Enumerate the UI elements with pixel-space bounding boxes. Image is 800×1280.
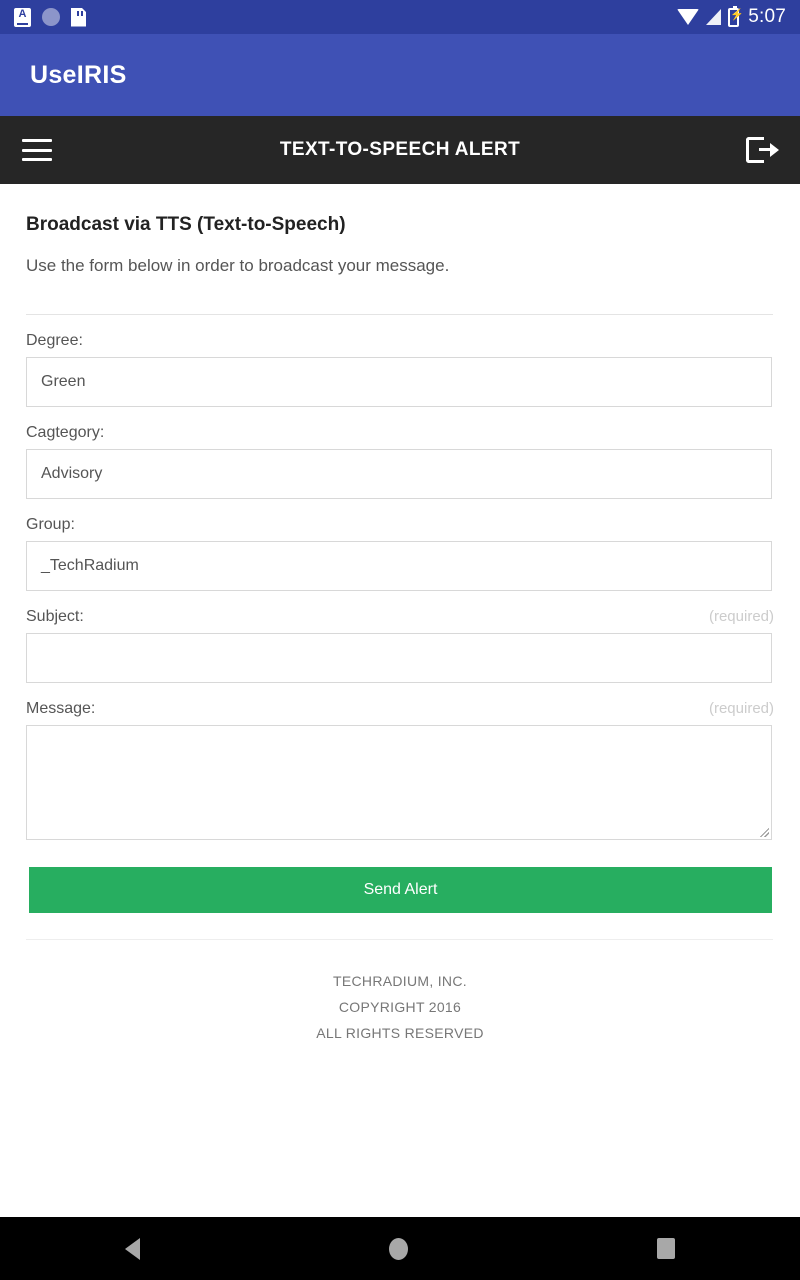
signal-icon [706, 9, 722, 25]
field-label-subject: Subject: [26, 608, 84, 625]
hamburger-line [22, 148, 52, 152]
a-badge-icon [14, 7, 31, 27]
select-degree[interactable]: Green [26, 357, 772, 407]
android-nav-bar [0, 1217, 800, 1280]
section-divider [26, 314, 773, 315]
footer-rights: ALL RIGHTS RESERVED [316, 1025, 484, 1041]
field-label-group: Group: [26, 516, 75, 533]
android-status-bar: 5:07 [0, 0, 800, 34]
hamburger-menu-icon[interactable] [22, 139, 52, 161]
app-bar: UseIRIS [0, 34, 800, 116]
field-label-row: Degree: [26, 332, 774, 350]
field-group-subject: Subject: (required) [26, 608, 774, 683]
field-label-category: Cagtegory: [26, 424, 105, 441]
main-content: Broadcast via TTS (Text-to-Speech) Use t… [0, 184, 800, 1046]
app-title: UseIRIS [30, 60, 127, 89]
field-label-message: Message: [26, 700, 96, 717]
input-subject[interactable] [26, 633, 772, 683]
footer-copyright: COPYRIGHT 2016 [338, 999, 462, 1015]
page-toolbar: TEXT-TO-SPEECH ALERT [0, 116, 800, 184]
field-label-row: Subject: (required) [26, 608, 774, 626]
home-circle-icon[interactable] [388, 1237, 408, 1260]
field-label-row: Cagtegory: [26, 424, 774, 442]
field-group-group: Group: _TechRadium [26, 516, 774, 591]
hamburger-line [22, 158, 52, 161]
toolbar-title: TEXT-TO-SPEECH ALERT [279, 139, 521, 160]
field-group-message: Message: (required) [26, 700, 774, 840]
back-triangle-icon[interactable] [124, 1237, 140, 1260]
select-category-value: Advisory [41, 465, 103, 482]
status-left-icons [14, 7, 86, 27]
logout-icon[interactable] [746, 135, 779, 165]
select-category[interactable]: Advisory [26, 449, 772, 499]
logout-arrow-head [770, 143, 779, 157]
footer-divider [26, 939, 773, 940]
sdcard-icon [71, 7, 86, 27]
recents-square-icon[interactable] [657, 1238, 676, 1259]
required-tag-message: (required) [708, 700, 774, 717]
select-group-value: _TechRadium [41, 557, 139, 574]
circle-icon [42, 8, 60, 26]
field-group-category: Cagtegory: Advisory [26, 424, 774, 499]
page-title: Broadcast via TTS (Text-to-Speech) [26, 214, 346, 235]
select-group[interactable]: _TechRadium [26, 541, 772, 591]
field-group-degree: Degree: Green [26, 332, 774, 407]
field-label-row: Message: (required) [26, 700, 774, 718]
phone-screen: 5:07 UseIRIS TEXT-TO-SPEECH ALERT Broadc… [0, 0, 800, 1280]
battery-charging-icon [728, 5, 744, 27]
status-clock: 5:07 [748, 6, 786, 27]
footer: TECHRADIUM, INC. COPYRIGHT 2016 ALL RIGH… [26, 968, 774, 1046]
resize-grip-icon[interactable] [760, 828, 769, 837]
field-label-row: Group: [26, 516, 774, 534]
required-tag-subject: (required) [708, 608, 774, 625]
wifi-icon [677, 9, 700, 25]
field-label-degree: Degree: [26, 332, 83, 349]
select-degree-value: Green [41, 373, 86, 390]
hamburger-line [22, 139, 52, 142]
footer-company: TECHRADIUM, INC. [333, 973, 467, 989]
status-right-icons: 5:07 [677, 5, 786, 28]
textarea-message[interactable] [26, 725, 772, 840]
page-subtitle: Use the form below in order to broadcast… [26, 256, 450, 275]
send-alert-button[interactable]: Send Alert [29, 867, 772, 913]
